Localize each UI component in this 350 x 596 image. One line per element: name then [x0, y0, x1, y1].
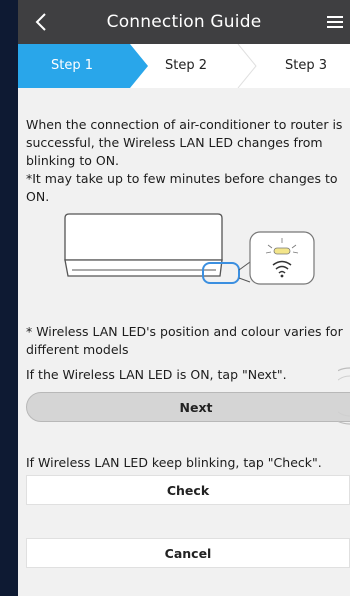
hamburger-menu-icon	[327, 16, 343, 28]
app-header: Connection Guide	[18, 0, 350, 44]
check-instruction: If Wireless LAN LED keep blinking, tap "…	[26, 455, 322, 470]
step-2: Step 2	[164, 58, 207, 73]
check-button[interactable]: Check	[26, 475, 350, 505]
next-button[interactable]: Next	[26, 392, 350, 422]
description: When the connection of air-conditioner t…	[26, 116, 348, 206]
description-text: When the connection of air-conditioner t…	[26, 117, 343, 168]
main-content: When the connection of air-conditioner t…	[18, 88, 350, 596]
cancel-button[interactable]: Cancel	[26, 538, 350, 568]
step-3: Step 3	[284, 58, 327, 73]
menu-button[interactable]	[320, 0, 350, 44]
scroll-edge-indicator	[338, 367, 350, 425]
next-instruction: If the Wireless LAN LED is ON, tap "Next…	[26, 367, 287, 382]
led-note: * Wireless LAN LED's position and colour…	[26, 324, 343, 357]
step-progress-bar: Step 1 Step 2 Step 3	[18, 44, 350, 88]
description-note: *It may take up to few minutes before ch…	[26, 171, 338, 204]
step-1: Step 1	[50, 58, 93, 73]
air-conditioner-icon	[64, 213, 223, 277]
app-frame: Connection Guide Step 1 Step 2 Step 3 Wh…	[18, 0, 350, 596]
air-conditioner-illustration	[64, 213, 315, 285]
page-title: Connection Guide	[106, 12, 262, 32]
